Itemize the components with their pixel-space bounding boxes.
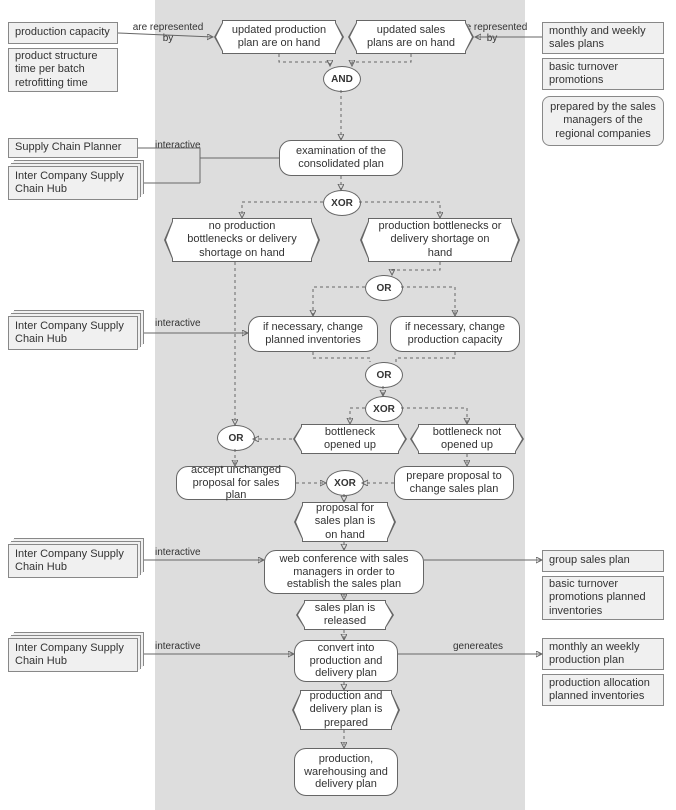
func-accept-proposal: accept unchanged proposal for sales plan (176, 466, 296, 500)
text: updated production plan are on hand (231, 24, 327, 50)
event-updated-sales-plan: updated sales plans are on hand (356, 20, 466, 54)
gate-xor-3: XOR (326, 470, 364, 496)
box-product-structure: product structure time per batch retrofi… (8, 48, 118, 92)
func-convert: convert into production and delivery pla… (294, 640, 398, 682)
event-updated-prod-plan: updated production plan are on hand (222, 20, 336, 54)
box-production-capacity: production capacity (8, 22, 118, 44)
event-bottleneck: production bottlenecks or delivery short… (368, 218, 512, 262)
text: production bottlenecks or delivery short… (377, 220, 503, 260)
event-bottleneck-opened: bottleneck opened up (301, 424, 399, 454)
box-hub-1: Inter Company Supply Chain Hub (8, 166, 138, 200)
gate-or-3: OR (217, 425, 255, 451)
text: bottleneck not opened up (427, 426, 507, 452)
gate-xor-2: XOR (365, 396, 403, 422)
text: sales plan is released (313, 602, 377, 628)
func-pwd: production, warehousing and delivery pla… (294, 748, 398, 796)
event-bottleneck-not-opened: bottleneck not opened up (418, 424, 516, 454)
box-papi: production allocation planned inventorie… (542, 674, 664, 706)
callout-prepared-by: prepared by the sales managers of the re… (542, 96, 664, 146)
label-generates: genereates (453, 641, 503, 652)
event-proposal-on-hand: proposal for sales plan is on hand (302, 502, 388, 542)
label-interactive-3: interactive (155, 547, 201, 558)
text: bottleneck opened up (310, 426, 390, 452)
box-hub-3: Inter Company Supply Chain Hub (8, 544, 138, 578)
box-monthly-sales-plans: monthly and weekly sales plans (542, 22, 664, 54)
box-basic-turnover: basic turnover promotions (542, 58, 664, 90)
func-change-inventories: if necessary, change planned inventories (248, 316, 378, 352)
event-sales-plan-released: sales plan is released (304, 600, 386, 630)
gate-or-1: OR (365, 275, 403, 301)
func-web-conference: web conference with sales managers in or… (264, 550, 424, 594)
func-change-capacity: if necessary, change production capacity (390, 316, 520, 352)
func-prepare-proposal: prepare proposal to change sales plan (394, 466, 514, 500)
box-supply-chain-planner: Supply Chain Planner (8, 138, 138, 158)
box-hub-4: Inter Company Supply Chain Hub (8, 638, 138, 672)
gate-or-2: OR (365, 362, 403, 388)
label-interactive-1: interactive (155, 140, 201, 151)
gate-and-1: AND (323, 66, 361, 92)
label-represented-left: are represented by (128, 22, 208, 44)
text: updated sales plans are on hand (365, 24, 457, 50)
box-hub-2: Inter Company Supply Chain Hub (8, 316, 138, 350)
box-mwpp: monthly an weekly production plan (542, 638, 664, 670)
event-pd-prepared: production and delivery plan is prepared (300, 690, 392, 730)
text: production and delivery plan is prepared (309, 690, 383, 730)
box-btpi: basic turnover promotions planned invent… (542, 576, 664, 620)
label-interactive-2: interactive (155, 318, 201, 329)
label-interactive-4: interactive (155, 641, 201, 652)
text: proposal for sales plan is on hand (311, 502, 379, 542)
gate-xor-1: XOR (323, 190, 361, 216)
box-group-sales-plan: group sales plan (542, 550, 664, 572)
text: no production bottlenecks or delivery sh… (181, 220, 303, 260)
event-no-bottleneck: no production bottlenecks or delivery sh… (172, 218, 312, 262)
func-examination: examination of the consolidated plan (279, 140, 403, 176)
